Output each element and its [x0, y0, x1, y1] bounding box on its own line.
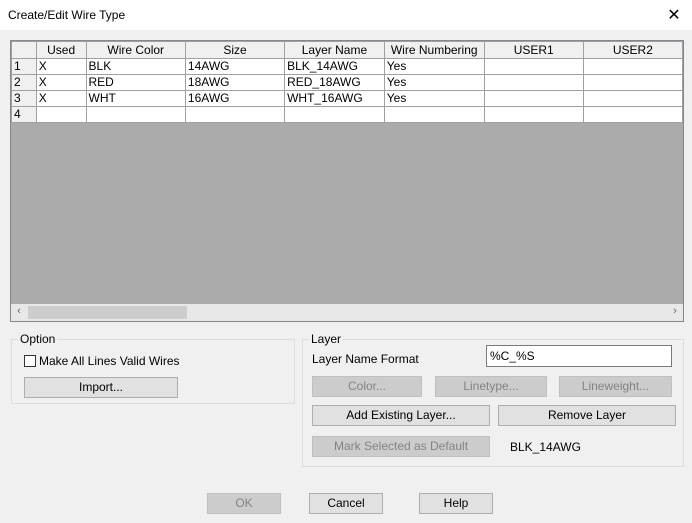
help-button[interactable]: Help [419, 493, 493, 514]
row-header[interactable]: 2 [11, 74, 37, 91]
scrollbar-thumb[interactable] [28, 306, 187, 319]
scroll-right-icon[interactable]: › [668, 305, 682, 317]
layer-name-format-input[interactable]: %C_%S [486, 345, 672, 367]
valid-wires-label[interactable]: Make All Lines Valid Wires [39, 354, 180, 368]
column-header-size[interactable]: Size [184, 41, 286, 59]
cell-used[interactable] [35, 106, 87, 123]
table-row[interactable]: 2 X RED 18AWG RED_18AWG Yes [11, 74, 683, 91]
cancel-button[interactable]: Cancel [309, 493, 383, 514]
layer-name-format-label: Layer Name Format [312, 352, 419, 366]
column-header-used[interactable]: Used [35, 41, 87, 59]
column-header-user2[interactable]: USER2 [582, 41, 683, 59]
cell-user2[interactable] [582, 58, 683, 75]
horizontal-scrollbar[interactable]: ‹ › [11, 304, 683, 321]
add-existing-layer-button[interactable]: Add Existing Layer... [312, 405, 490, 426]
cell-wire-color[interactable] [85, 106, 186, 123]
cell-wire-numbering[interactable]: Yes [383, 90, 485, 107]
layer-legend: Layer [311, 332, 342, 346]
wire-type-grid[interactable]: Used Wire Color Size Layer Name Wire Num… [10, 40, 684, 322]
cell-user1[interactable] [483, 106, 584, 123]
table-row[interactable]: 3 X WHT 16AWG WHT_16AWG Yes [11, 90, 683, 107]
cell-wire-color[interactable]: WHT [85, 90, 186, 107]
scroll-left-icon[interactable]: ‹ [12, 305, 26, 317]
cell-used[interactable]: X [35, 58, 87, 75]
cell-layer-name[interactable] [284, 106, 385, 123]
cell-used[interactable]: X [35, 74, 87, 91]
cell-size[interactable]: 18AWG [184, 74, 286, 91]
column-header-wire-color[interactable]: Wire Color [85, 41, 186, 59]
cell-size[interactable]: 16AWG [184, 90, 286, 107]
column-header-user1[interactable]: USER1 [483, 41, 584, 59]
cell-wire-numbering[interactable] [383, 106, 485, 123]
cell-wire-numbering[interactable]: Yes [383, 74, 485, 91]
cell-layer-name[interactable]: BLK_14AWG [284, 58, 385, 75]
column-header-layer-name[interactable]: Layer Name [284, 41, 385, 59]
color-button[interactable]: Color... [312, 376, 422, 397]
option-legend: Option [20, 332, 56, 346]
cell-layer-name[interactable]: RED_18AWG [284, 74, 385, 91]
cell-user2[interactable] [582, 90, 683, 107]
ok-button[interactable]: OK [207, 493, 281, 514]
wire-type-table: Used Wire Color Size Layer Name Wire Num… [11, 41, 683, 123]
cell-user1[interactable] [483, 58, 584, 75]
row-header[interactable]: 1 [11, 58, 37, 75]
table-row[interactable]: 4 [11, 106, 683, 123]
cell-user2[interactable] [582, 74, 683, 91]
default-layer-value: BLK_14AWG [510, 440, 581, 454]
cell-used[interactable]: X [35, 90, 87, 107]
remove-layer-button[interactable]: Remove Layer [498, 405, 676, 426]
cell-wire-numbering[interactable]: Yes [383, 58, 485, 75]
cell-user2[interactable] [582, 106, 683, 123]
cell-user1[interactable] [483, 90, 584, 107]
mark-default-button[interactable]: Mark Selected as Default [312, 436, 490, 457]
cell-wire-color[interactable]: RED [85, 74, 186, 91]
cell-wire-color[interactable]: BLK [85, 58, 186, 75]
cell-size[interactable]: 14AWG [184, 58, 286, 75]
lineweight-button[interactable]: Lineweight... [559, 376, 672, 397]
valid-wires-checkbox[interactable] [24, 355, 36, 367]
cell-size[interactable] [184, 106, 286, 123]
title-bar: Create/Edit Wire Type ✕ [0, 0, 692, 30]
close-icon[interactable]: ✕ [664, 5, 684, 25]
table-row[interactable]: 1 X BLK 14AWG BLK_14AWG Yes [11, 58, 683, 75]
cell-layer-name[interactable]: WHT_16AWG [284, 90, 385, 107]
row-header[interactable]: 4 [11, 106, 37, 123]
window-title: Create/Edit Wire Type [8, 8, 126, 22]
import-button[interactable]: Import... [24, 377, 178, 398]
linetype-button[interactable]: Linetype... [435, 376, 547, 397]
cell-user1[interactable] [483, 74, 584, 91]
row-header[interactable]: 3 [11, 90, 37, 107]
column-header-wire-numbering[interactable]: Wire Numbering [383, 41, 485, 59]
select-all-corner[interactable] [11, 41, 37, 59]
